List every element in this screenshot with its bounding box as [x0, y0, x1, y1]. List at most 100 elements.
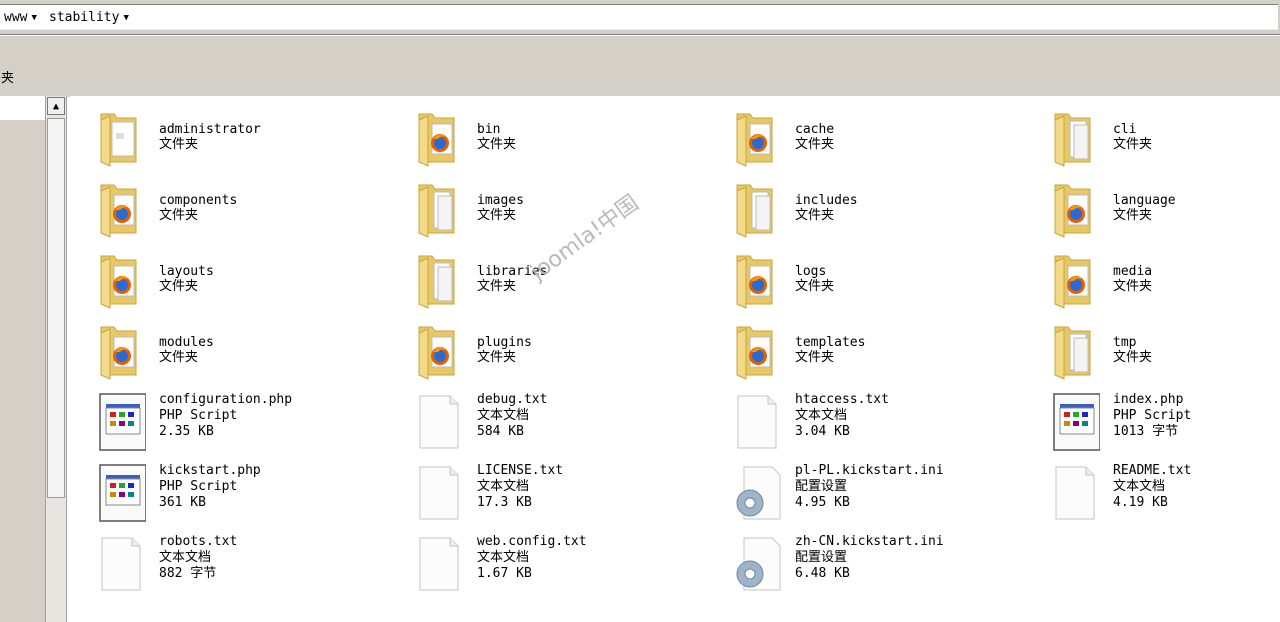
chevron-down-icon[interactable]: ▼: [123, 13, 128, 23]
item-type: 文本文档: [477, 408, 530, 423]
folder-item[interactable]: cache 文件夹: [706, 102, 1024, 173]
folder-docs-icon: [732, 177, 782, 239]
item-text: index.php PHP Script 1013 字节: [1113, 392, 1191, 440]
item-name: README.txt: [1113, 463, 1192, 478]
folder-item[interactable]: language 文件夹: [1024, 173, 1280, 244]
item-type: 文本文档: [159, 550, 212, 565]
breadcrumb-item-stability[interactable]: stability ▼: [49, 10, 129, 25]
item-type: 文件夹: [1113, 137, 1153, 152]
item-text: templates 文件夹: [795, 335, 865, 365]
item-text: layouts 文件夹: [159, 264, 214, 294]
item-size: 2.35 KB: [159, 424, 214, 439]
item-name: kickstart.php: [159, 463, 261, 478]
item-type: 文件夹: [477, 208, 517, 223]
item-type: 文本文档: [795, 408, 848, 423]
item-size: 3.04 KB: [795, 424, 850, 439]
item-size: 4.19 KB: [1113, 495, 1168, 510]
item-type: 文件夹: [477, 137, 517, 152]
item-text: bin 文件夹: [477, 122, 516, 152]
item-type: 文件夹: [1113, 208, 1153, 223]
item-name: pl-PL.kickstart.ini: [795, 463, 944, 478]
file-item[interactable]: htaccess.txt 文本文档 3.04 KB: [706, 386, 1024, 457]
text-document-icon: [732, 390, 782, 452]
breadcrumb: www ▼ stability ▼: [0, 4, 1278, 30]
chevron-down-icon[interactable]: ▼: [31, 13, 36, 23]
folder-item[interactable]: administrator 文件夹: [70, 102, 388, 173]
folder-item[interactable]: plugins 文件夹: [388, 315, 706, 386]
item-name: components: [159, 193, 238, 208]
item-text: includes 文件夹: [795, 193, 858, 223]
folder-firefox-icon: [732, 248, 782, 310]
folder-item[interactable]: includes 文件夹: [706, 173, 1024, 244]
item-name: images: [477, 193, 524, 208]
folder-item[interactable]: tmp 文件夹: [1024, 315, 1280, 386]
file-item[interactable]: index.php PHP Script 1013 字节: [1024, 386, 1280, 457]
breadcrumb-item-www[interactable]: www ▼: [4, 10, 37, 25]
item-text: logs 文件夹: [795, 264, 834, 294]
item-size: 17.3 KB: [477, 495, 532, 510]
item-text: modules 文件夹: [159, 335, 214, 365]
item-name: htaccess.txt: [795, 392, 889, 407]
item-type: 文件夹: [159, 137, 199, 152]
folder-item[interactable]: layouts 文件夹: [70, 244, 388, 315]
folder-item[interactable]: templates 文件夹: [706, 315, 1024, 386]
file-item[interactable]: kickstart.php PHP Script 361 KB: [70, 457, 388, 528]
item-text: LICENSE.txt 文本文档 17.3 KB: [477, 463, 563, 511]
item-size: 882 字节: [159, 566, 217, 581]
folder-firefox-icon: [414, 106, 464, 168]
item-text: htaccess.txt 文本文档 3.04 KB: [795, 392, 889, 440]
item-type: 文本文档: [1113, 479, 1166, 494]
file-item[interactable]: robots.txt 文本文档 882 字节: [70, 528, 388, 599]
file-item[interactable]: zh-CN.kickstart.ini 配置设置 6.48 KB: [706, 528, 1024, 599]
file-item[interactable]: README.txt 文本文档 4.19 KB: [1024, 457, 1280, 528]
item-type: 文件夹: [159, 279, 199, 294]
folder-item[interactable]: components 文件夹: [70, 173, 388, 244]
folder-item[interactable]: logs 文件夹: [706, 244, 1024, 315]
folder-item[interactable]: images 文件夹: [388, 173, 706, 244]
item-type: 文件夹: [795, 279, 835, 294]
folder-item[interactable]: media 文件夹: [1024, 244, 1280, 315]
php-script-icon: [96, 390, 147, 452]
file-item[interactable]: configuration.php PHP Script 2.35 KB: [70, 386, 388, 457]
item-type: 文件夹: [477, 350, 517, 365]
folder-docs-icon: [1050, 106, 1100, 168]
item-text: configuration.php PHP Script 2.35 KB: [159, 392, 292, 440]
item-text: cache 文件夹: [795, 122, 834, 152]
scroll-up-arrow-icon[interactable]: ▲: [47, 97, 65, 115]
file-list: administrator 文件夹 bin 文件夹 cache 文件夹 cli 文件夹 comp…: [70, 96, 1280, 622]
breadcrumb-label: stability: [49, 10, 120, 25]
item-type: PHP Script: [159, 408, 238, 423]
text-document-icon: [414, 390, 464, 452]
item-name: cli: [1113, 122, 1137, 137]
item-type: 文件夹: [1113, 350, 1153, 365]
item-text: zh-CN.kickstart.ini 配置设置 6.48 KB: [795, 534, 944, 582]
php-script-icon: [1050, 390, 1101, 452]
item-name: language: [1113, 193, 1176, 208]
file-item[interactable]: LICENSE.txt 文本文档 17.3 KB: [388, 457, 706, 528]
folder-docs-icon: [414, 248, 464, 310]
folder-item[interactable]: modules 文件夹: [70, 315, 388, 386]
scrollbar-thumb[interactable]: [47, 118, 65, 498]
navigation-pane[interactable]: [0, 96, 45, 622]
folder-item[interactable]: bin 文件夹: [388, 102, 706, 173]
item-size: 361 KB: [159, 495, 206, 510]
item-name: modules: [159, 335, 214, 350]
item-size: 4.95 KB: [795, 495, 850, 510]
item-name: bin: [477, 122, 501, 137]
item-name: plugins: [477, 335, 532, 350]
file-item[interactable]: debug.txt 文本文档 584 KB: [388, 386, 706, 457]
folder-item[interactable]: cli 文件夹: [1024, 102, 1280, 173]
item-type: 配置设置: [795, 550, 848, 565]
folder-item[interactable]: libraries 文件夹: [388, 244, 706, 315]
navigation-pane-background: [0, 120, 45, 622]
file-item[interactable]: web.config.txt 文本文档 1.67 KB: [388, 528, 706, 599]
item-name: zh-CN.kickstart.ini: [795, 534, 944, 549]
text-document-icon: [414, 532, 464, 594]
item-size: 6.48 KB: [795, 566, 850, 581]
item-text: media 文件夹: [1113, 264, 1152, 294]
vertical-scrollbar[interactable]: ▲: [45, 96, 67, 622]
item-type: 文件夹: [795, 350, 835, 365]
file-item[interactable]: pl-PL.kickstart.ini 配置设置 4.95 KB: [706, 457, 1024, 528]
item-type: 文件夹: [159, 350, 199, 365]
item-name: layouts: [159, 264, 214, 279]
